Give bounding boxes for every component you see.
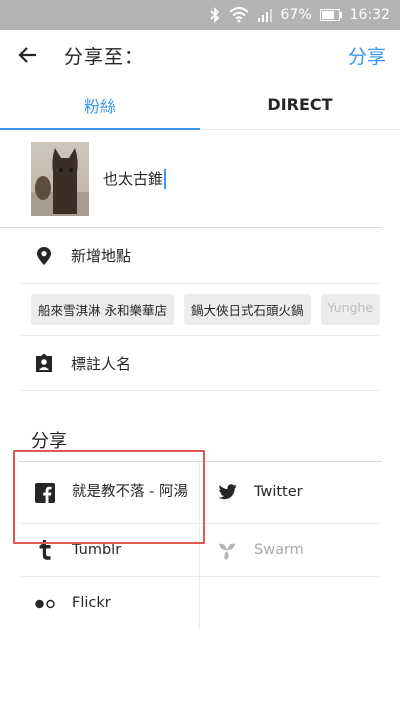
twitter-label: Twitter [254, 484, 303, 500]
page-title: 分享至： [64, 45, 145, 68]
add-location-row[interactable]: 新增地點 [18, 228, 382, 284]
location-chip[interactable]: Yunghe [320, 294, 381, 325]
app-header: 分享至： 分享 [0, 30, 400, 80]
location-chip[interactable]: 船來雪淇淋 永和樂華店 [31, 294, 174, 325]
text-cursor [164, 168, 167, 189]
share-button[interactable]: 分享 [348, 42, 386, 69]
empty-cell [200, 577, 382, 630]
tab-direct[interactable]: DIRECT [200, 80, 400, 129]
share-flickr[interactable]: Flickr [18, 577, 200, 630]
tab-followers[interactable]: 粉絲 [0, 80, 200, 129]
tag-people-label: 標註人名 [71, 354, 132, 373]
photo-thumbnail [31, 141, 89, 216]
swarm-icon [216, 539, 238, 561]
highlight-annotation-box [13, 450, 205, 544]
tag-people-row[interactable]: 標註人名 [18, 335, 382, 391]
wifi-icon [228, 7, 249, 23]
location-chip[interactable]: 鍋大俠日式石頭火鍋 [183, 294, 311, 325]
flickr-label: Flickr [72, 595, 111, 611]
tab-bar: 粉絲 DIRECT [0, 80, 400, 130]
twitter-icon [216, 482, 238, 504]
battery-icon [319, 9, 342, 21]
clock-time: 16:32 [349, 7, 390, 23]
add-location-label: 新增地點 [71, 247, 132, 265]
caption-input[interactable]: 也太古錐 [103, 168, 167, 189]
share-twitter[interactable]: Twitter [200, 462, 382, 524]
flickr-icon [34, 593, 56, 615]
signal-icon [257, 8, 273, 22]
caption-text: 也太古錐 [103, 170, 164, 188]
caption-row: 也太古錐 [0, 130, 382, 228]
location-pin-icon [34, 246, 54, 266]
status-bar: 67% 16:32 [0, 0, 400, 30]
bluetooth-icon [209, 7, 221, 23]
back-arrow-icon[interactable] [16, 43, 40, 67]
share-swarm[interactable]: Swarm [200, 524, 382, 577]
swarm-label: Swarm [254, 541, 304, 558]
location-suggestions: 船來雪淇淋 永和樂華店 鍋大俠日式石頭火鍋 Yunghe [0, 284, 400, 335]
battery-percent: 67% [280, 7, 312, 23]
tag-person-icon [34, 353, 54, 373]
active-tab-indicator [0, 128, 200, 130]
